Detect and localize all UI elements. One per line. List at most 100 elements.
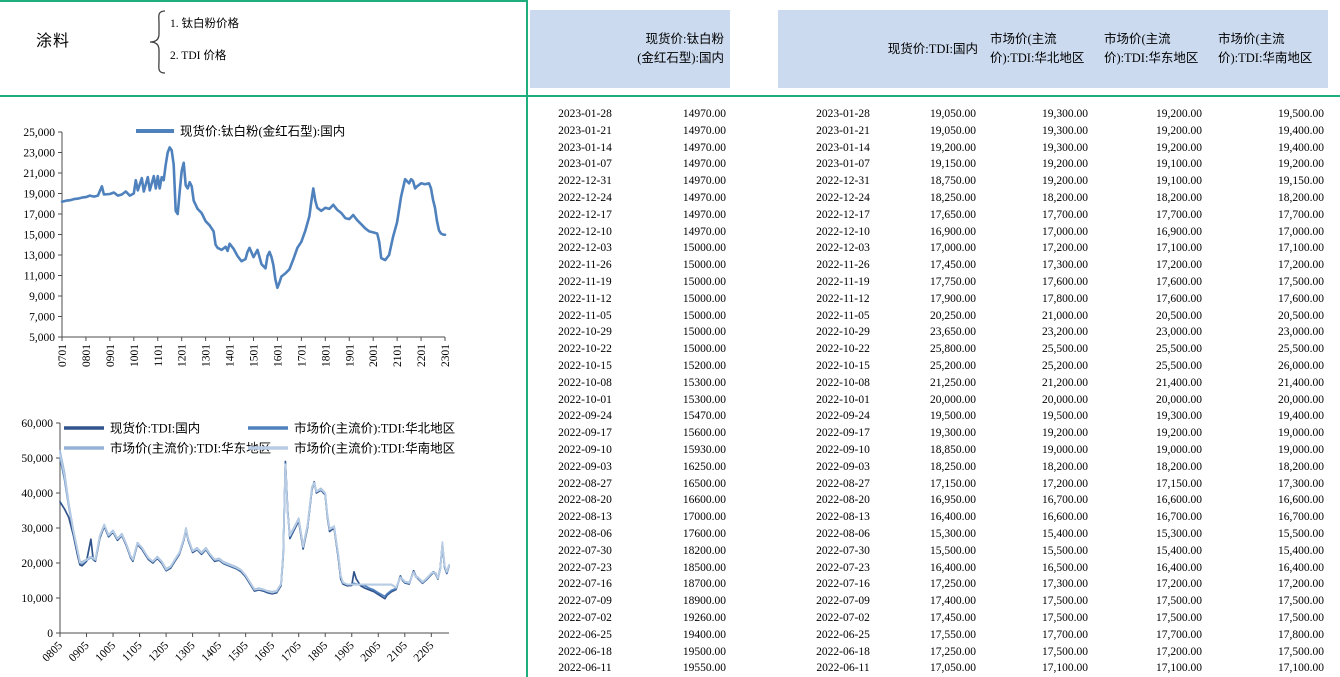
value-cell[interactable]: 20,500.00 xyxy=(1204,308,1326,325)
value-cell[interactable]: 17,700.00 xyxy=(1204,207,1326,224)
date-cell[interactable]: 2022-07-30 xyxy=(778,543,908,560)
value-cell[interactable]: 19,100.00 xyxy=(1090,156,1204,173)
value-cell[interactable]: 19,300.00 xyxy=(978,123,1090,140)
date-cell[interactable]: 2022-08-27 xyxy=(778,476,908,493)
value-cell[interactable]: 20,000.00 xyxy=(908,392,978,409)
value-cell[interactable]: 19,300.00 xyxy=(978,106,1090,123)
value-cell[interactable]: 19,500.00 xyxy=(908,408,978,425)
value-cell[interactable]: 14970.00 xyxy=(640,106,728,123)
value-cell[interactable]: 17,500.00 xyxy=(1204,593,1326,610)
value-cell[interactable]: 17,450.00 xyxy=(908,610,978,627)
table1-header[interactable]: 现货价:钛白粉 (金红石型):国内 xyxy=(530,10,730,88)
date-cell[interactable]: 2022-12-03 xyxy=(778,240,908,257)
value-cell[interactable]: 18,250.00 xyxy=(908,459,978,476)
value-cell[interactable]: 17,700.00 xyxy=(978,207,1090,224)
value-cell[interactable]: 18700.00 xyxy=(640,576,728,593)
value-cell[interactable]: 14970.00 xyxy=(640,156,728,173)
value-cell[interactable]: 21,250.00 xyxy=(908,375,978,392)
date-cell[interactable]: 2022-10-29 xyxy=(530,324,640,341)
table2-header[interactable]: 现货价:TDI:国内 市场价(主流价):TDI:华北地区 市场价(主流价):TD… xyxy=(778,10,1328,88)
value-cell[interactable]: 19,200.00 xyxy=(1090,425,1204,442)
date-cell[interactable]: 2022-08-13 xyxy=(530,509,640,526)
value-cell[interactable]: 23,000.00 xyxy=(1204,324,1326,341)
date-cell[interactable]: 2023-01-28 xyxy=(778,106,908,123)
value-cell[interactable]: 14970.00 xyxy=(640,173,728,190)
value-cell[interactable]: 15,500.00 xyxy=(908,543,978,560)
value-cell[interactable]: 25,200.00 xyxy=(908,358,978,375)
date-cell[interactable]: 2022-11-19 xyxy=(778,274,908,291)
value-cell[interactable]: 17,100.00 xyxy=(978,660,1090,677)
value-cell[interactable]: 17,500.00 xyxy=(1204,610,1326,627)
value-cell[interactable]: 17,700.00 xyxy=(1090,627,1204,644)
value-cell[interactable]: 16,900.00 xyxy=(1090,224,1204,241)
value-cell[interactable]: 19,200.00 xyxy=(1090,123,1204,140)
value-cell[interactable]: 17,650.00 xyxy=(908,207,978,224)
date-cell[interactable]: 2022-10-15 xyxy=(778,358,908,375)
value-cell[interactable]: 17,150.00 xyxy=(908,476,978,493)
value-cell[interactable]: 19500.00 xyxy=(640,644,728,661)
date-cell[interactable]: 2022-07-30 xyxy=(530,543,640,560)
value-cell[interactable]: 17,150.00 xyxy=(1090,476,1204,493)
date-cell[interactable]: 2022-07-16 xyxy=(778,576,908,593)
date-cell[interactable]: 2022-07-16 xyxy=(530,576,640,593)
date-cell[interactable]: 2022-09-10 xyxy=(530,442,640,459)
value-cell[interactable]: 23,000.00 xyxy=(1090,324,1204,341)
value-cell[interactable]: 17,200.00 xyxy=(1090,257,1204,274)
value-cell[interactable]: 17,600.00 xyxy=(978,274,1090,291)
value-cell[interactable]: 15300.00 xyxy=(640,375,728,392)
value-cell[interactable]: 19,100.00 xyxy=(1090,173,1204,190)
value-cell[interactable]: 17,300.00 xyxy=(1204,476,1326,493)
value-cell[interactable]: 21,200.00 xyxy=(978,375,1090,392)
date-cell[interactable]: 2022-08-13 xyxy=(778,509,908,526)
value-cell[interactable]: 16,900.00 xyxy=(908,224,978,241)
value-cell[interactable]: 17,100.00 xyxy=(1090,660,1204,677)
date-cell[interactable]: 2022-10-22 xyxy=(530,341,640,358)
value-cell[interactable]: 18,200.00 xyxy=(1090,459,1204,476)
date-cell[interactable]: 2023-01-07 xyxy=(778,156,908,173)
value-cell[interactable]: 16,400.00 xyxy=(908,560,978,577)
value-cell[interactable]: 23,200.00 xyxy=(978,324,1090,341)
value-cell[interactable]: 15,500.00 xyxy=(1204,526,1326,543)
value-cell[interactable]: 17,000.00 xyxy=(978,224,1090,241)
value-cell[interactable]: 19,300.00 xyxy=(978,140,1090,157)
value-cell[interactable]: 14970.00 xyxy=(640,140,728,157)
value-cell[interactable]: 19,000.00 xyxy=(1204,425,1326,442)
value-cell[interactable]: 25,200.00 xyxy=(978,358,1090,375)
date-cell[interactable]: 2023-01-21 xyxy=(778,123,908,140)
value-cell[interactable]: 19,500.00 xyxy=(978,408,1090,425)
value-cell[interactable]: 16,700.00 xyxy=(1204,509,1326,526)
value-cell[interactable]: 19,200.00 xyxy=(1204,156,1326,173)
value-cell[interactable]: 18,200.00 xyxy=(1204,459,1326,476)
value-cell[interactable]: 16500.00 xyxy=(640,476,728,493)
value-cell[interactable]: 18,750.00 xyxy=(908,173,978,190)
date-cell[interactable]: 2022-08-20 xyxy=(530,492,640,509)
date-cell[interactable]: 2022-11-19 xyxy=(530,274,640,291)
value-cell[interactable]: 18,200.00 xyxy=(1204,190,1326,207)
date-cell[interactable]: 2022-11-05 xyxy=(778,308,908,325)
value-cell[interactable]: 17,300.00 xyxy=(978,257,1090,274)
date-cell[interactable]: 2022-11-05 xyxy=(530,308,640,325)
value-cell[interactable]: 16,950.00 xyxy=(908,492,978,509)
value-cell[interactable]: 21,000.00 xyxy=(978,308,1090,325)
date-cell[interactable]: 2023-01-28 xyxy=(530,106,640,123)
date-cell[interactable]: 2022-10-08 xyxy=(530,375,640,392)
value-cell[interactable]: 21,400.00 xyxy=(1090,375,1204,392)
date-cell[interactable]: 2022-12-10 xyxy=(778,224,908,241)
value-cell[interactable]: 19,000.00 xyxy=(978,442,1090,459)
value-cell[interactable]: 20,000.00 xyxy=(1204,392,1326,409)
value-cell[interactable]: 18,850.00 xyxy=(908,442,978,459)
value-cell[interactable]: 19,400.00 xyxy=(1204,123,1326,140)
value-cell[interactable]: 25,500.00 xyxy=(1204,341,1326,358)
date-cell[interactable]: 2023-01-14 xyxy=(530,140,640,157)
value-cell[interactable]: 15000.00 xyxy=(640,274,728,291)
value-cell[interactable]: 19260.00 xyxy=(640,610,728,627)
value-cell[interactable]: 17,400.00 xyxy=(908,593,978,610)
value-cell[interactable]: 17,100.00 xyxy=(1204,240,1326,257)
value-cell[interactable]: 17,200.00 xyxy=(1204,576,1326,593)
value-cell[interactable]: 15000.00 xyxy=(640,341,728,358)
value-cell[interactable]: 16,600.00 xyxy=(1090,492,1204,509)
value-cell[interactable]: 17,000.00 xyxy=(1204,224,1326,241)
date-cell[interactable]: 2022-10-01 xyxy=(530,392,640,409)
value-cell[interactable]: 17,600.00 xyxy=(1204,291,1326,308)
value-cell[interactable]: 14970.00 xyxy=(640,190,728,207)
